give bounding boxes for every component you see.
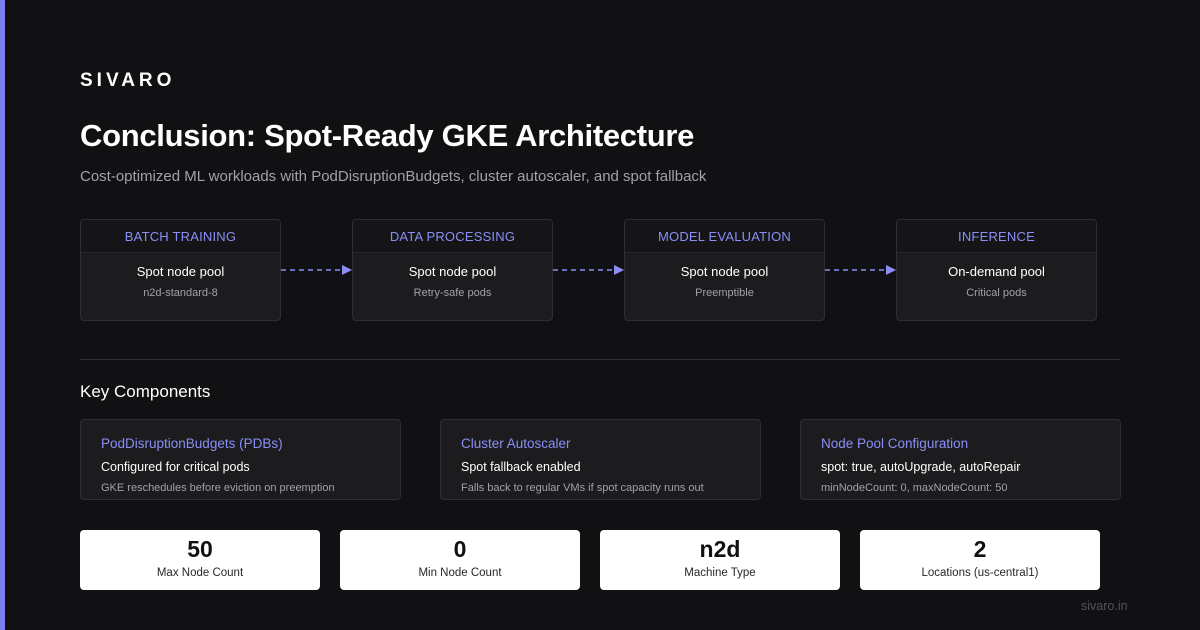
stage-header: BATCH TRAINING: [81, 220, 280, 253]
stage-batch-training: BATCH TRAINING Spot node pool n2d-standa…: [80, 219, 281, 321]
stage-header: INFERENCE: [897, 220, 1096, 253]
stat-min-node-count: 0 Min Node Count: [340, 530, 580, 590]
stat-label: Min Node Count: [418, 567, 502, 579]
section-divider: [80, 359, 1120, 360]
stat-value: 0: [453, 536, 467, 562]
stat-value: n2d: [699, 536, 741, 562]
component-title: PodDisruptionBudgets (PDBs): [101, 436, 283, 451]
footer-url: sivaro.in: [1081, 599, 1128, 613]
component-main: spot: true, autoUpgrade, autoRepair: [821, 460, 1021, 474]
stat-value: 50: [187, 536, 213, 562]
stage-sub: n2d-standard-8: [143, 287, 218, 299]
stage-inference: INFERENCE On-demand pool Critical pods: [896, 219, 1097, 321]
component-card-autoscaler: Cluster Autoscaler Spot fallback enabled…: [440, 419, 761, 500]
component-card-pdbs: PodDisruptionBudgets (PDBs) Configured f…: [80, 419, 401, 500]
stat-locations: 2 Locations (us-central1): [860, 530, 1100, 590]
key-components-title: Key Components: [80, 382, 211, 401]
component-title: Node Pool Configuration: [821, 436, 969, 451]
stage-main: On-demand pool: [948, 264, 1045, 279]
stage-main: Spot node pool: [408, 264, 497, 279]
stat-max-node-count: 50 Max Node Count: [80, 530, 320, 590]
stat-label: Max Node Count: [156, 567, 244, 579]
stat-value: 2: [973, 536, 987, 562]
component-main: Configured for critical pods: [101, 460, 250, 474]
component-main: Spot fallback enabled: [461, 460, 581, 474]
stage-main: Spot node pool: [136, 264, 225, 279]
stage-model-evaluation: MODEL EVALUATION Spot node pool Preempti…: [624, 219, 825, 321]
stage-sub: Critical pods: [966, 287, 1027, 299]
stat-machine-type: n2d Machine Type: [600, 530, 840, 590]
stage-header: DATA PROCESSING: [353, 220, 552, 253]
stat-label: Locations (us-central1): [921, 567, 1039, 579]
component-sub: GKE reschedules before eviction on preem…: [101, 482, 335, 494]
stage-data-processing: DATA PROCESSING Spot node pool Retry-saf…: [352, 219, 553, 321]
stage-sub: Retry-safe pods: [413, 287, 492, 299]
stat-label: Machine Type: [684, 567, 756, 579]
component-card-node-pool: Node Pool Configuration spot: true, auto…: [800, 419, 1121, 500]
stage-header: MODEL EVALUATION: [625, 220, 824, 253]
stage-sub: Preemptible: [695, 287, 754, 299]
component-sub: Falls back to regular VMs if spot capaci…: [461, 482, 704, 494]
stage-main: Spot node pool: [680, 264, 769, 279]
component-title: Cluster Autoscaler: [461, 436, 571, 451]
component-sub: minNodeCount: 0, maxNodeCount: 50: [821, 482, 1008, 494]
